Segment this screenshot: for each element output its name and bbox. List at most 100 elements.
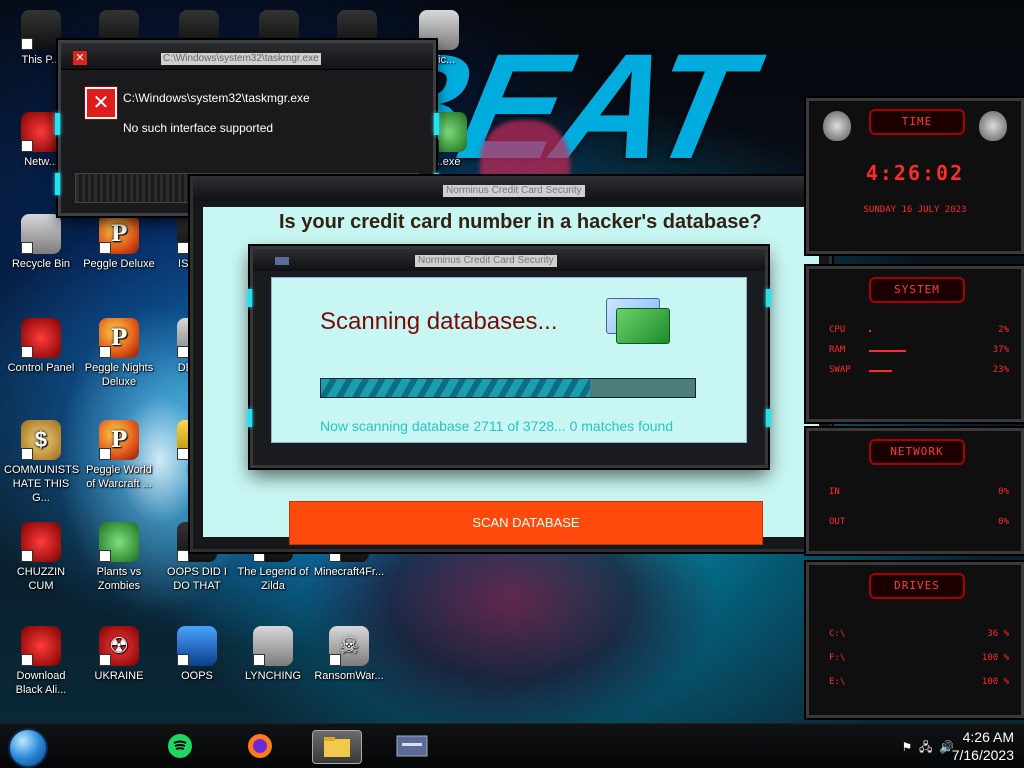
- alien-icon: [979, 111, 1007, 141]
- shortcut-arrow-icon: [99, 550, 111, 562]
- net-out-row: OUT 0%: [829, 517, 1009, 529]
- desktop-icon[interactable]: P Peggle Deluxe: [82, 214, 156, 271]
- desktop-icon[interactable]: ☠ RansomWar...: [312, 626, 386, 683]
- scan-progress-fill: [321, 379, 591, 397]
- main-window-title: Norminus Credit Card Security: [443, 185, 585, 197]
- credit-cards-icon: [606, 298, 670, 344]
- shortcut-arrow-icon: [99, 242, 111, 254]
- ram-bar: [869, 350, 906, 352]
- swap-value: 23%: [992, 365, 1009, 375]
- shortcut-arrow-icon: [21, 140, 33, 152]
- shortcut-arrow-icon: [177, 654, 189, 666]
- desktop-icon-label: Peggle Deluxe: [83, 258, 155, 270]
- net-in-label: IN: [829, 487, 840, 497]
- taskbar: ⚑ 🖧 🔊 4:26 AM 7/16/2023: [0, 723, 1024, 768]
- error-dialog-title: C:\Windows\system32\taskmgr.exe: [161, 53, 321, 65]
- ram-label: RAM: [829, 345, 846, 355]
- flag-icon[interactable]: ⚑: [902, 740, 913, 754]
- scanning-heading: Scanning databases...: [320, 308, 558, 335]
- desktop-icon-image: [177, 626, 217, 666]
- system-tray: ⚑ 🖧 🔊: [902, 738, 954, 759]
- file-explorer-taskbar-icon[interactable]: [312, 730, 362, 764]
- scan-status: Now scanning database 2711 of 3728... 0 …: [320, 418, 674, 434]
- desktop-icon-label: Peggle Nights Deluxe: [84, 362, 154, 388]
- main-window-titlebar[interactable]: Norminus Credit Card Security: [193, 179, 829, 201]
- desktop-icon-label: OOPS: [181, 670, 213, 682]
- desktop-icon[interactable]: P Peggle Nights Deluxe: [82, 318, 156, 389]
- shortcut-arrow-icon: [99, 448, 111, 460]
- desktop-icon-label: LYNCHING: [244, 670, 302, 682]
- desktop-icon[interactable]: Download Black Ali...: [4, 626, 78, 697]
- desktop-icon-image: [21, 214, 61, 254]
- desktop-icon-image: [21, 626, 61, 666]
- taskbar-time: 4:26 AM: [962, 729, 1014, 745]
- cpu-row: CPU 2%: [829, 325, 1009, 337]
- drive-f-value: 100 %: [981, 653, 1009, 663]
- desktop-icon-image: ☢: [99, 626, 139, 666]
- desktop-icon[interactable]: P Peggle World of Warcraft ...: [82, 420, 156, 491]
- shortcut-arrow-icon: [99, 346, 111, 358]
- scan-database-button[interactable]: SCAN DATABASE: [289, 501, 763, 545]
- net-out-value: 0%: [998, 517, 1009, 527]
- shortcut-arrow-icon: [21, 242, 33, 254]
- frame-accent: [766, 289, 770, 307]
- desktop-icon[interactable]: Control Panel: [4, 318, 78, 375]
- close-icon[interactable]: ✕: [73, 51, 87, 65]
- scan-dialog-titlebar[interactable]: Norminus Credit Card Security: [253, 249, 765, 271]
- desktop-icon[interactable]: CHUZZIN CUM: [4, 522, 78, 593]
- frame-accent: [434, 113, 439, 135]
- shortcut-arrow-icon: [177, 550, 189, 562]
- net-out-label: OUT: [829, 517, 846, 527]
- app-window-taskbar-icon[interactable]: [388, 730, 436, 762]
- drives-gadget-title: DRIVES: [869, 573, 965, 599]
- cpu-bar: [869, 330, 871, 332]
- desktop-icon-image: [21, 318, 61, 358]
- error-message: No such interface supported: [123, 121, 274, 135]
- taskbar-clock[interactable]: 4:26 AM 7/16/2023: [952, 728, 1014, 764]
- error-icon: ✕: [85, 87, 117, 119]
- network-icon[interactable]: 🖧: [919, 740, 932, 754]
- headline: Is your credit card number in a hacker's…: [279, 211, 762, 233]
- error-dialog-titlebar[interactable]: ✕ C:\Windows\system32\taskmgr.exe: [61, 43, 433, 70]
- network-gadget-title: NETWORK: [869, 439, 965, 465]
- desktop-icon-label: UKRAINE: [94, 670, 144, 682]
- desktop-icon[interactable]: Recycle Bin: [4, 214, 78, 271]
- desktop-icon[interactable]: LYNCHING: [236, 626, 310, 683]
- frame-accent: [55, 173, 60, 195]
- ram-value: 37%: [992, 345, 1009, 355]
- firefox-taskbar-icon[interactable]: [236, 730, 284, 762]
- start-button[interactable]: [8, 728, 48, 768]
- time-gadget: TIME 4:26:02 SUNDAY 16 JULY 2023: [806, 98, 1024, 254]
- ram-row: RAM 37%: [829, 345, 1009, 357]
- spotify-taskbar-icon[interactable]: [156, 730, 204, 762]
- desktop-icon[interactable]: OOPS: [160, 626, 234, 683]
- system-gadget-title: SYSTEM: [869, 277, 965, 303]
- scan-dialog-body: Scanning databases... Now scanning datab…: [271, 277, 747, 443]
- desktop-icon-image: [253, 626, 293, 666]
- desktop-icon-label: Minecraft4Fr...: [313, 566, 385, 578]
- drive-e-value: 100 %: [981, 677, 1009, 687]
- network-gadget: NETWORK IN 0% OUT 0%: [806, 428, 1024, 554]
- desktop-icon-image: P: [99, 214, 139, 254]
- desktop-icon-label: COMMUNISTS HATE THIS G...: [4, 464, 80, 504]
- desktop-icon[interactable]: $ COMMUNISTS HATE THIS G...: [4, 420, 80, 505]
- alien-icon: [823, 111, 851, 141]
- shortcut-arrow-icon: [21, 654, 33, 666]
- desktop-icon-label: Plants vs Zombies: [96, 566, 142, 592]
- desktop-icon-label: Download Black Ali...: [15, 670, 67, 696]
- shortcut-arrow-icon: [253, 654, 265, 666]
- desktop-icon[interactable]: ☢ UKRAINE: [82, 626, 156, 683]
- shortcut-arrow-icon: [21, 448, 33, 460]
- gadget-clock: 4:26:02: [865, 161, 965, 185]
- shortcut-arrow-icon: [21, 550, 33, 562]
- cpu-label: CPU: [829, 325, 846, 335]
- desktop-icon-image: P: [99, 318, 139, 358]
- shortcut-arrow-icon: [99, 654, 111, 666]
- desktop-icon[interactable]: Plants vs Zombies: [82, 522, 156, 593]
- desktop-icon-image: ☠: [329, 626, 369, 666]
- error-path: C:\Windows\system32\taskmgr.exe: [123, 91, 310, 105]
- scan-dialog: Norminus Credit Card Security Scanning d…: [248, 246, 770, 468]
- drive-c-row: C:\ 36 %: [829, 629, 1009, 641]
- drive-f-row: F:\ 100 %: [829, 653, 1009, 665]
- desktop-icon-label: RansomWar...: [314, 670, 384, 682]
